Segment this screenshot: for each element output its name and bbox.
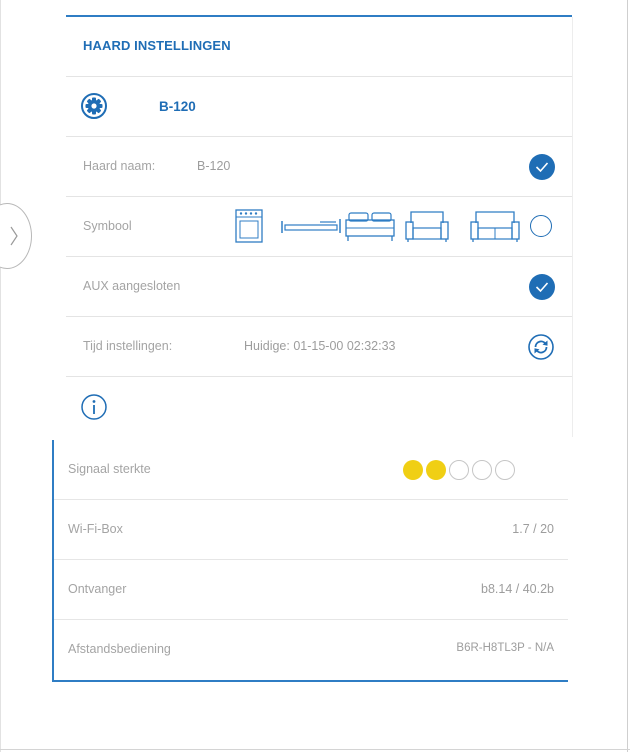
frame-left-border <box>0 0 1 752</box>
symbol-radio-button[interactable] <box>530 215 552 237</box>
signal-dot <box>426 460 446 480</box>
time-settings-row: Tijd instellingen: Huidige: 01-15-00 02:… <box>66 317 572 377</box>
signal-dot <box>495 460 515 480</box>
signal-dot <box>472 460 492 480</box>
device-info-box: Signaal sterkte Wi-Fi-Box 1.7 / 20 Ontva… <box>52 440 568 682</box>
signal-strength-row: Signaal sterkte <box>54 440 568 500</box>
chevron-right-icon <box>10 226 18 246</box>
current-time-value: Huidige: 01-15-00 02:32:33 <box>244 339 396 353</box>
sofa-icon[interactable] <box>470 209 520 243</box>
wifi-box-label: Wi-Fi-Box <box>68 522 123 536</box>
frame-right-border <box>627 0 628 752</box>
panel-header: HAARD INSTELLINGEN <box>66 17 572 77</box>
remote-control-value: B6R-H8TL3P - N/A <box>456 642 554 654</box>
receiver-label: Ontvanger <box>68 582 127 596</box>
remote-control-row: Afstandsbediening B6R-H8TL3P - N/A <box>54 620 568 680</box>
panel-title: HAARD INSTELLINGEN <box>83 38 231 53</box>
time-settings-label: Tijd instellingen: <box>83 339 173 353</box>
symbol-label: Symbool <box>83 219 132 233</box>
device-row[interactable]: B-120 <box>66 77 572 137</box>
info-icon[interactable] <box>81 394 107 420</box>
bed-icon[interactable] <box>345 210 395 242</box>
wifi-box-row: Wi-Fi-Box 1.7 / 20 <box>54 500 568 560</box>
receiver-value: b8.14 / 40.2b <box>481 582 554 596</box>
gear-icon[interactable] <box>81 93 107 119</box>
aux-row[interactable]: AUX aangesloten <box>66 257 572 317</box>
armchair-icon[interactable] <box>405 209 449 243</box>
sync-icon[interactable] <box>528 334 554 360</box>
symbol-row: Symbool <box>66 197 572 257</box>
frame-bottom-border <box>0 749 630 750</box>
wifi-box-value: 1.7 / 20 <box>512 522 554 536</box>
aux-label: AUX aangesloten <box>83 279 181 293</box>
signal-dot <box>403 460 423 480</box>
name-confirmed-check-icon[interactable] <box>529 154 555 180</box>
bench-icon[interactable] <box>280 217 342 235</box>
signal-strength-label: Signaal sterkte <box>68 462 151 476</box>
oven-icon[interactable] <box>235 209 263 243</box>
fireplace-name-label: Haard naam: <box>83 159 156 173</box>
aux-connected-check-icon[interactable] <box>529 274 555 300</box>
fireplace-name-row[interactable]: Haard naam: B-120 <box>66 137 572 197</box>
remote-control-label: Afstandsbediening <box>68 642 171 656</box>
fireplace-name-value[interactable]: B-120 <box>197 159 230 173</box>
info-row[interactable] <box>66 377 572 437</box>
signal-dot <box>449 460 469 480</box>
device-name: B-120 <box>159 99 196 114</box>
fireplace-settings-panel: HAARD INSTELLINGEN B-120 Haard naam: B-1… <box>66 17 573 437</box>
side-expand-button[interactable] <box>0 203 32 269</box>
receiver-row: Ontvanger b8.14 / 40.2b <box>54 560 568 620</box>
